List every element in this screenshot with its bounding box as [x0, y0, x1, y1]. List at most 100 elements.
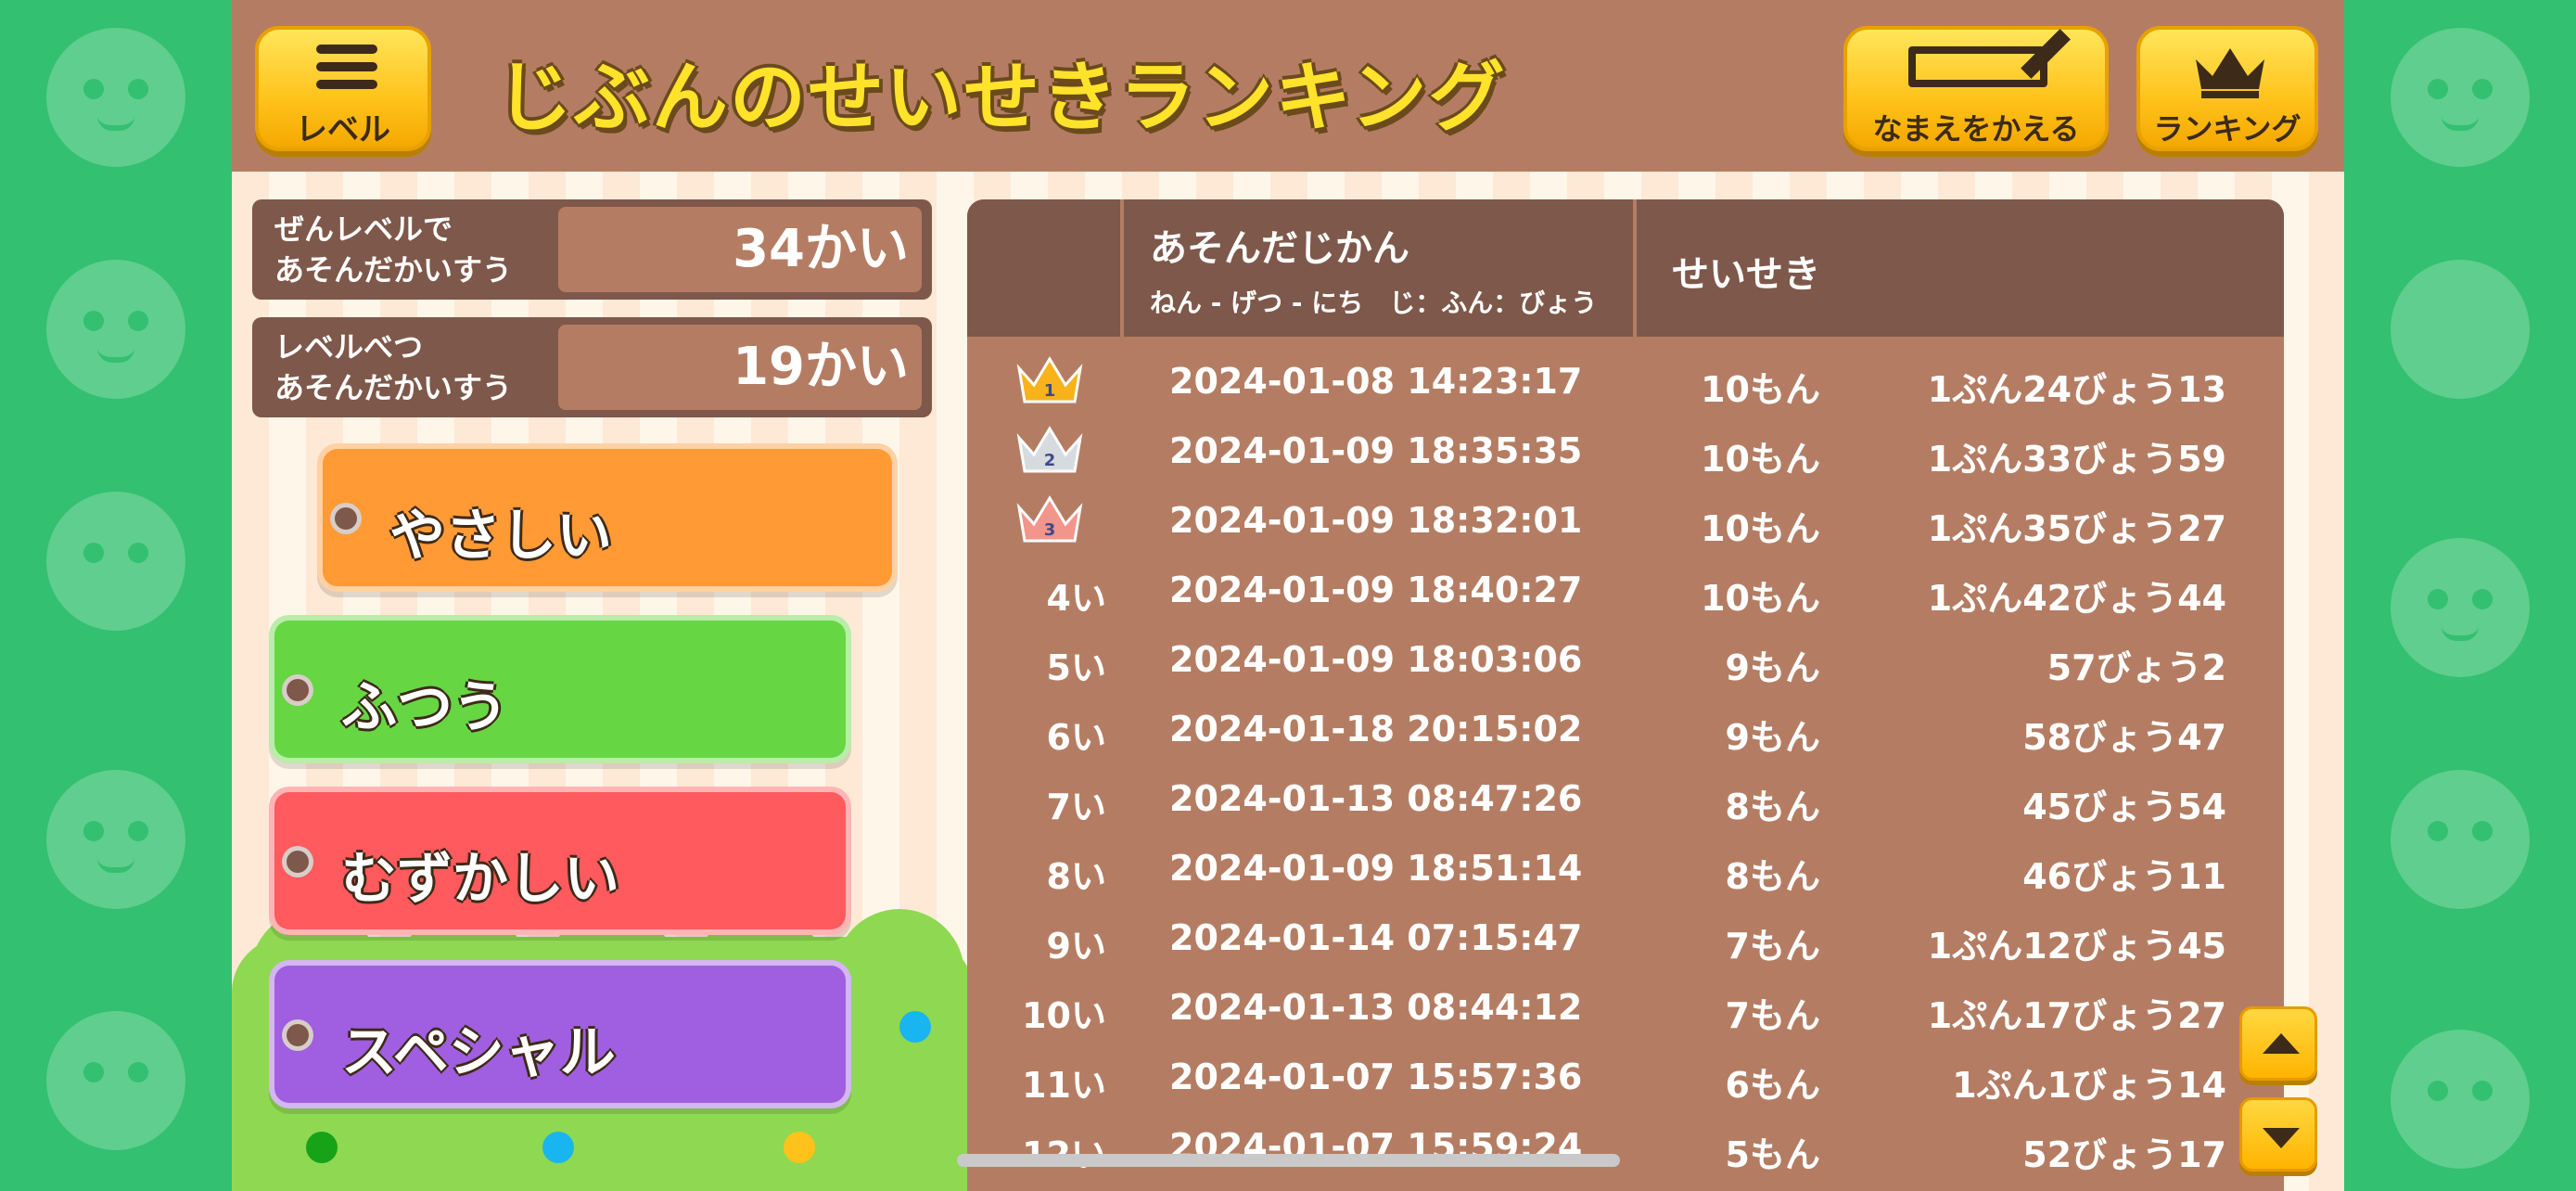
- table-row: 5い 2024-01-09 18:03:06 9もん 57びょう2: [967, 626, 2284, 696]
- menu-icon: [316, 45, 377, 97]
- datetime-cell: 2024-01-18 20:15:02: [1169, 709, 1583, 749]
- rank-crown-number: 3: [1044, 520, 1056, 540]
- rank-crown-number: 1: [1044, 381, 1056, 401]
- table-row: 10い 2024-01-13 08:44:12 7もん 1ぷん17びょう27: [967, 974, 2284, 1044]
- ranking-button-label: ランキング: [2153, 111, 2302, 147]
- clear-time-cell: 58びょう47: [2022, 717, 2226, 758]
- panda-face-icon: [2391, 28, 2530, 167]
- level-tab-label: やさしい: [389, 504, 612, 569]
- rank-crown-icon: 1: [1016, 356, 1083, 403]
- datetime-cell: 2024-01-09 18:03:06: [1169, 639, 1583, 680]
- clear-time-cell: 1ぷん12びょう45: [1927, 926, 2226, 967]
- blue-dot: [542, 1132, 574, 1163]
- table-row: 6い 2024-01-18 20:15:02 9もん 58びょう47: [967, 696, 2284, 765]
- clear-time-cell: 46びょう11: [2022, 856, 2226, 897]
- total-play-count: ぜんレベルで あそんだかいすう 34かい: [252, 199, 932, 300]
- clear-time-cell: 1ぷん35びょう27: [1927, 508, 2226, 549]
- table-row: 9い 2024-01-14 07:15:47 7もん 1ぷん12びょう45: [967, 904, 2284, 974]
- rank-cell: 10い: [1022, 995, 1106, 1036]
- datetime-cell: 2024-01-09 18:40:27: [1169, 570, 1583, 610]
- clear-time-cell: 1ぷん33びょう59: [1927, 439, 2226, 480]
- level-tab-normal[interactable]: ふつう: [269, 615, 851, 763]
- right-decoration-panel: [2344, 0, 2576, 1191]
- score-cell: 10もん: [1701, 508, 1820, 549]
- score-cell: 7もん: [1725, 995, 1820, 1036]
- rank-crown-icon: 2: [1016, 426, 1083, 473]
- blue-dot: [899, 1011, 931, 1043]
- datetime-cell: 2024-01-14 07:15:47: [1169, 917, 1583, 958]
- clear-time-cell: 52びょう17: [2022, 1134, 2226, 1175]
- level-tab-hard[interactable]: むずかしい: [269, 787, 851, 935]
- score-cell: 9もん: [1725, 717, 1820, 758]
- table-row: 2 2024-01-09 18:35:35 10もん 1ぷん33びょう59: [967, 417, 2284, 487]
- scroll-up-button[interactable]: [2239, 1006, 2317, 1081]
- bird-face-icon: [2391, 1030, 2530, 1169]
- rank-crown-icon: 3: [1016, 495, 1083, 543]
- clear-time-cell: 1ぷん1びょう14: [1952, 1065, 2226, 1106]
- score-cell: 10もん: [1701, 439, 1820, 480]
- table-row: 8い 2024-01-09 18:51:14 8もん 46びょう11: [967, 835, 2284, 904]
- rank-cell: 12い: [967, 1126, 1106, 1177]
- tile-icon: [2391, 260, 2530, 399]
- animal-face-icon: [46, 28, 185, 167]
- bird-face-icon: [46, 1011, 185, 1150]
- score-cell: 7もん: [1725, 926, 1820, 967]
- datetime-cell: 2024-01-08 14:23:17: [1169, 361, 1583, 402]
- level-button-label: レベル: [296, 111, 390, 148]
- level-menu-button[interactable]: レベル: [255, 26, 431, 151]
- score-cell: 10もん: [1701, 578, 1820, 619]
- score-cell: 6もん: [1725, 1065, 1820, 1106]
- ranking-button[interactable]: ランキング: [2136, 26, 2318, 151]
- rank-cell: 11い: [1022, 1065, 1106, 1106]
- table-row: 1 2024-01-08 14:23:17 10もん 1ぷん24びょう13: [967, 348, 2284, 417]
- level-tab-label: ふつう: [341, 675, 508, 740]
- scroll-down-button[interactable]: [2239, 1097, 2317, 1172]
- rank-cell: 7い: [1046, 787, 1106, 827]
- table-row: 4い 2024-01-09 18:40:27 10もん 1ぷん42びょう44: [967, 557, 2284, 626]
- table-header: あそんだじかん ねん - げつ - にち じ：ふん：びょう せいせき: [967, 199, 2284, 337]
- rabbit-face-icon: [2391, 538, 2530, 677]
- rank-crown-number: 2: [1044, 451, 1056, 470]
- datetime-cell: 2024-01-13 08:47:26: [1169, 778, 1583, 819]
- home-indicator[interactable]: [957, 1154, 1620, 1167]
- datetime-cell: 2024-01-07 15:57:36: [1169, 1057, 1583, 1097]
- rank-cell: 6い: [1046, 717, 1106, 758]
- score-cell: 5もん: [1725, 1134, 1820, 1175]
- total-play-count-value: 34かい: [558, 207, 922, 292]
- datetime-cell: 2024-01-09 18:32:01: [1169, 500, 1583, 541]
- table-row: 11い 2024-01-07 15:57:36 6もん 1ぷん1びょう14: [967, 1044, 2284, 1113]
- level-tab-label: スペシャル: [341, 1020, 616, 1085]
- clear-time-cell: 1ぷん42びょう44: [1927, 578, 2226, 619]
- crown-icon: [2196, 48, 2264, 98]
- ranking-table[interactable]: あそんだじかん ねん - げつ - にち じ：ふん：びょう せいせき 1 2024…: [967, 199, 2284, 1191]
- header-play-time: あそんだじかん: [1150, 227, 1409, 270]
- rank-cell: 9い: [1046, 926, 1106, 967]
- score-cell: 9もん: [1725, 647, 1820, 688]
- cat-face-icon: [46, 260, 185, 399]
- edit-icon: [1908, 46, 2047, 87]
- datetime-cell: 2024-01-13 08:44:12: [1169, 987, 1583, 1028]
- yellow-dot: [784, 1132, 815, 1163]
- table-row: 3 2024-01-09 18:32:01 10もん 1ぷん35びょう27: [967, 487, 2284, 557]
- score-cell: 10もん: [1701, 369, 1820, 410]
- score-cell: 8もん: [1725, 787, 1820, 827]
- page-title: じぶんのせいせきランキング: [496, 54, 1507, 142]
- clear-time-cell: 1ぷん24びょう13: [1927, 369, 2226, 410]
- rank-cell: 8い: [1046, 856, 1106, 897]
- rename-button[interactable]: なまえをかえる: [1843, 26, 2109, 151]
- left-decoration-panel: [0, 0, 232, 1191]
- table-row: 7い 2024-01-13 08:47:26 8もん 45びょう54: [967, 765, 2284, 835]
- clear-time-cell: 45びょう54: [2022, 787, 2226, 827]
- arrow-up-icon: [2263, 1033, 2300, 1054]
- level-play-count-value: 19かい: [558, 325, 922, 410]
- level-play-count-label: レベルべつ あそんだかいすう: [274, 329, 513, 405]
- level-play-count: レベルべつ あそんだかいすう 19かい: [252, 317, 932, 417]
- green-dot: [306, 1132, 338, 1163]
- clear-time-cell: 1ぷん17びょう27: [1927, 995, 2226, 1036]
- rename-button-label: なまえをかえる: [1872, 111, 2080, 147]
- level-tab-special[interactable]: スペシャル: [269, 960, 851, 1108]
- header-datetime-format: ねん - げつ - にち じ：ふん：びょう: [1150, 288, 1598, 318]
- datetime-cell: 2024-01-09 18:51:14: [1169, 848, 1583, 889]
- level-tab-easy[interactable]: やさしい: [317, 443, 898, 592]
- level-tab-label: むずかしい: [341, 847, 619, 912]
